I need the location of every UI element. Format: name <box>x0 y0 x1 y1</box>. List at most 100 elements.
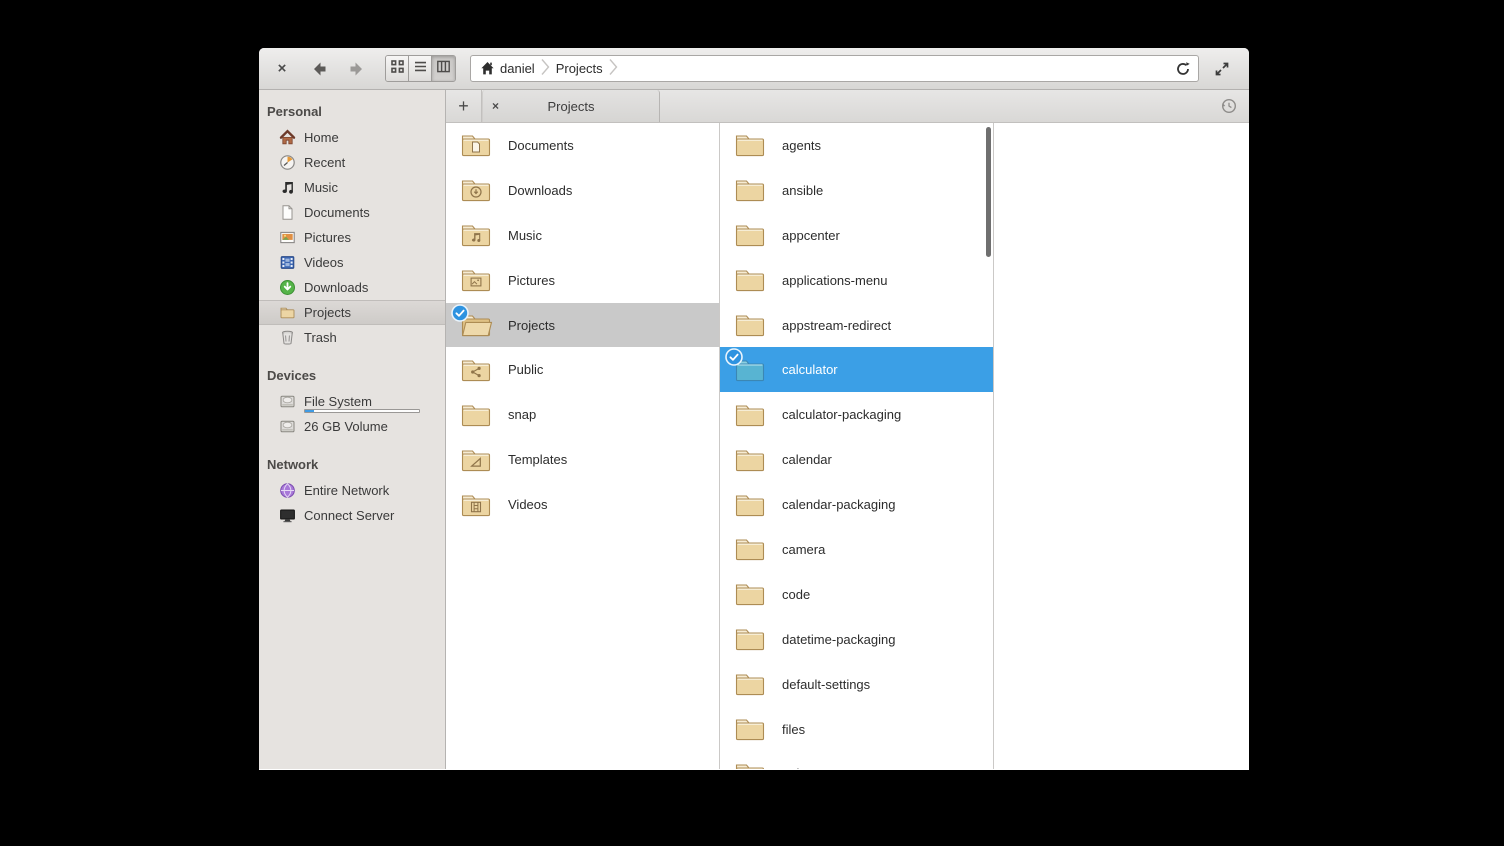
folder-icon <box>733 176 767 204</box>
disk-icon <box>279 418 296 435</box>
music-icon <box>279 179 296 196</box>
sidebar-item-videos[interactable]: Videos <box>259 250 445 275</box>
sidebar-item-connect-server[interactable]: Connect Server <box>259 503 445 528</box>
folder-item-calendar-packaging[interactable]: calendar-packaging <box>720 482 993 527</box>
folder-item-label: calculator-packaging <box>782 407 902 423</box>
folder-item-public[interactable]: Public <box>446 347 719 392</box>
toolbar: × daniel Projects <box>259 48 1249 90</box>
folder-item-camera[interactable]: camera <box>720 527 993 572</box>
sidebar-item-label: Pictures <box>304 230 351 245</box>
folder-item-templates[interactable]: Templates <box>446 437 719 482</box>
folder-item-agents[interactable]: agents <box>720 123 993 168</box>
column-view-button[interactable] <box>432 56 455 81</box>
sidebar-item-pictures[interactable]: Pictures <box>259 225 445 250</box>
folder-item-label: applications-menu <box>782 272 888 288</box>
network-icon <box>279 482 296 499</box>
sidebar-item-label: Home <box>304 130 339 145</box>
folder-item-label: appstream-redirect <box>782 317 892 333</box>
forward-button[interactable] <box>343 54 373 84</box>
view-switcher <box>385 55 456 82</box>
breadcrumb-separator-icon <box>609 57 618 80</box>
folder-item-calendar[interactable]: calendar <box>720 437 993 482</box>
sidebar-item-label: Connect Server <box>304 508 395 523</box>
folder-item-documents[interactable]: Documents <box>446 123 719 168</box>
breadcrumb-projects[interactable]: Projects <box>554 61 605 76</box>
folder-item-label: Projects <box>508 317 555 333</box>
folder-item-music[interactable]: Music <box>446 213 719 258</box>
breadcrumb-separator-icon <box>541 57 550 80</box>
folder-item-label: calendar-packaging <box>782 497 896 513</box>
breadcrumb-daniel[interactable]: daniel <box>478 61 537 76</box>
folder-icon <box>733 401 767 429</box>
folder-item-label: Music <box>508 227 542 243</box>
sidebar-item-recent[interactable]: Recent <box>259 150 445 175</box>
folder-item-label: Public <box>508 362 544 378</box>
folder-icon <box>459 356 493 384</box>
sidebar-item-label: Documents <box>304 205 370 220</box>
sidebar-item-documents[interactable]: Documents <box>259 200 445 225</box>
folder-item-calculator-packaging[interactable]: calculator-packaging <box>720 392 993 437</box>
miller-columns: Documents Downloads Music Pictures Projects P… <box>446 123 1249 769</box>
sidebar-section-devices: Devices <box>267 368 317 383</box>
pathbar[interactable]: daniel Projects <box>470 55 1199 82</box>
sidebar-item-label: Projects <box>304 305 351 320</box>
tab-close-icon[interactable]: × <box>492 99 508 113</box>
tab-bar: + × Projects <box>446 90 1249 123</box>
sidebar-item-home[interactable]: Home <box>259 125 445 150</box>
sidebar-item-projects[interactable]: Projects <box>259 300 445 325</box>
folder-icon <box>733 266 767 294</box>
window-close-button[interactable]: × <box>271 58 293 80</box>
folder-item-pictures[interactable]: Pictures <box>446 258 719 303</box>
folder-item-label: default-settings <box>782 676 871 692</box>
folder-icon <box>459 176 493 204</box>
selected-check-badge-icon <box>725 348 743 367</box>
sidebar-section-network: Network <box>267 457 319 472</box>
folder-icon <box>733 131 767 159</box>
tab-history-button[interactable] <box>1220 97 1238 120</box>
sidebar-section-personal: Personal <box>267 104 322 119</box>
folder-item-videos[interactable]: Videos <box>446 482 719 527</box>
sidebar-item-26-gb-volume[interactable]: 26 GB Volume <box>259 414 445 439</box>
column-scrollbar[interactable] <box>986 127 991 257</box>
folder-item-snap[interactable]: snap <box>446 392 719 437</box>
folder-item-projects[interactable]: Projects <box>446 302 719 348</box>
folder-item-datetime-packaging[interactable]: datetime-packaging <box>720 617 993 662</box>
sidebar-item-downloads[interactable]: Downloads <box>259 275 445 300</box>
folder-item-calculator[interactable]: calculator <box>720 347 993 393</box>
folder-item-appcenter[interactable]: appcenter <box>720 213 993 258</box>
tab-projects[interactable]: × Projects <box>482 90 660 122</box>
new-tab-button[interactable]: + <box>446 90 482 122</box>
folder-item-default-settings[interactable]: default-settings <box>720 662 993 707</box>
folder-icon <box>733 625 767 653</box>
folder-icon <box>279 304 296 321</box>
folder-item-downloads[interactable]: Downloads <box>446 168 719 213</box>
forward-arrow-icon <box>350 62 362 75</box>
folder-item-gala[interactable]: gala <box>720 751 993 769</box>
folder-item-label: Downloads <box>508 182 573 198</box>
refresh-button[interactable] <box>1175 61 1191 77</box>
sidebar-item-trash[interactable]: Trash <box>259 325 445 350</box>
folder-item-label: code <box>782 586 811 602</box>
folder-icon <box>733 760 767 769</box>
sidebar-item-music[interactable]: Music <box>259 175 445 200</box>
empty-column-area <box>994 123 1249 769</box>
back-button[interactable] <box>303 54 333 84</box>
fullscreen-button[interactable] <box>1207 54 1237 84</box>
column-icon <box>436 59 451 79</box>
folder-item-label: Videos <box>508 497 548 513</box>
folder-item-applications-menu[interactable]: applications-menu <box>720 258 993 303</box>
grid-view-button[interactable] <box>386 56 409 81</box>
selected-check-badge-icon <box>451 303 469 322</box>
folder-item-label: files <box>782 721 806 737</box>
folder-item-appstream-redirect[interactable]: appstream-redirect <box>720 303 993 348</box>
sidebar-item-label: Trash <box>304 330 337 345</box>
folder-icon <box>733 221 767 249</box>
sidebar-item-entire-network[interactable]: Entire Network <box>259 478 445 503</box>
list-view-button[interactable] <box>409 56 432 81</box>
folder-item-code[interactable]: code <box>720 572 993 617</box>
folder-item-files[interactable]: files <box>720 707 993 752</box>
folder-item-ansible[interactable]: ansible <box>720 168 993 213</box>
pictures-icon <box>279 229 296 246</box>
sidebar-item-file-system[interactable]: File System <box>259 389 445 414</box>
